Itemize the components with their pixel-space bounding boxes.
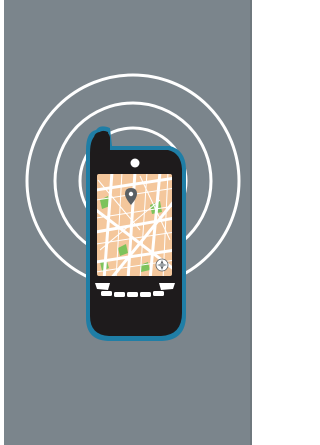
phone-key [114, 292, 125, 297]
phone-key [101, 291, 112, 296]
phone-key [153, 291, 164, 296]
gps-phone-illustration [0, 0, 252, 445]
phone-key [127, 292, 138, 297]
map-screen [97, 174, 172, 276]
phone-earpiece [130, 158, 140, 168]
phone-key-left [95, 283, 110, 290]
phone-antenna [94, 132, 110, 154]
phone-key [140, 292, 151, 297]
left-border [0, 0, 4, 445]
illustration-canvas [0, 0, 252, 445]
right-edge [250, 0, 252, 445]
compass-icon [155, 258, 169, 272]
mobile-phone-icon [86, 126, 186, 342]
phone-key-right [159, 283, 175, 290]
